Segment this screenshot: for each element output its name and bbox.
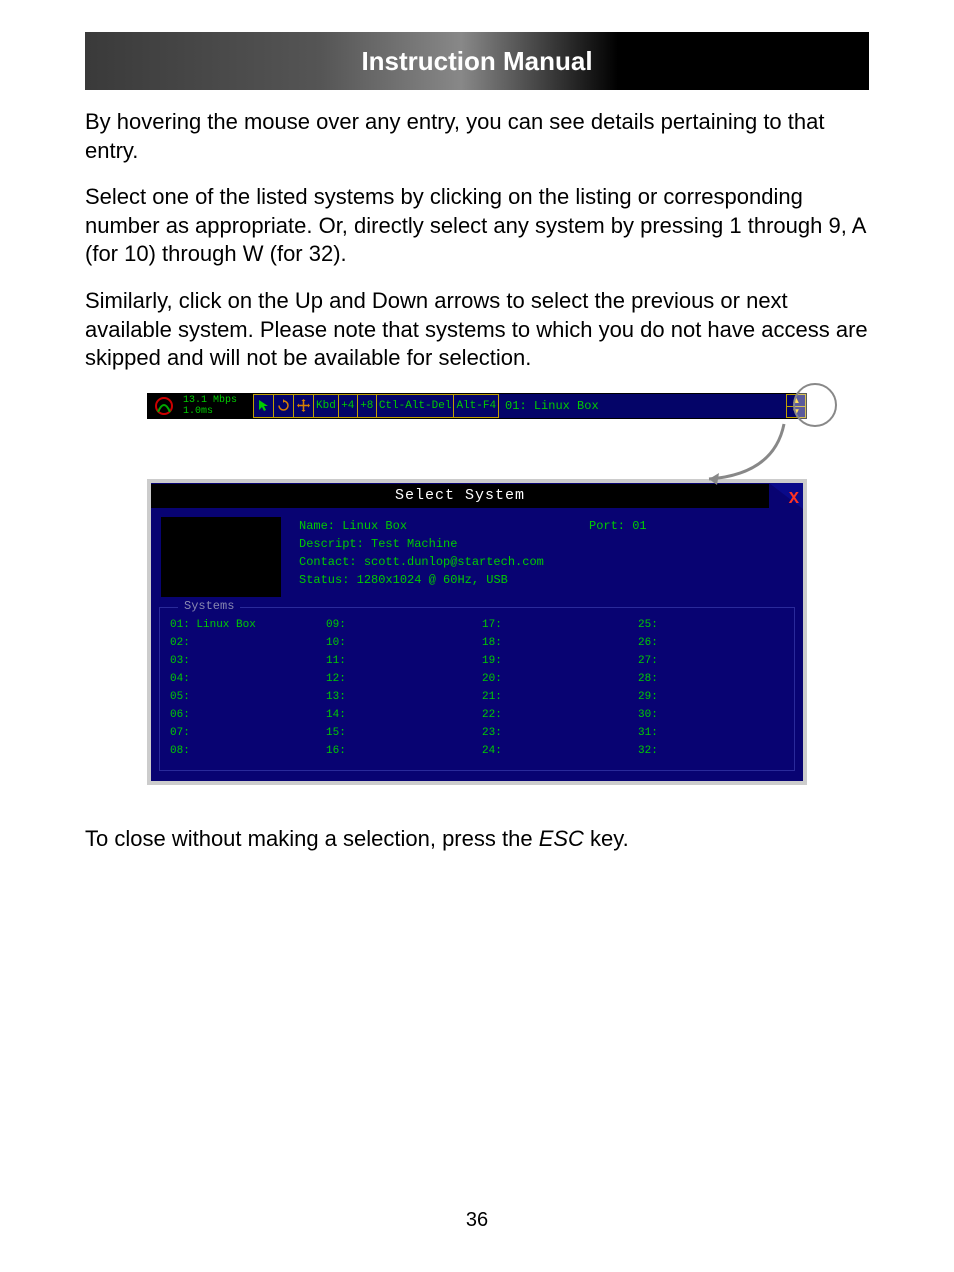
system-slot[interactable]: 05:	[170, 688, 316, 706]
system-slot[interactable]: 06:	[170, 706, 316, 724]
system-slot[interactable]: 15:	[326, 724, 472, 742]
name-label: Name:	[299, 519, 335, 533]
p4-post: key.	[584, 826, 629, 851]
system-slot[interactable]: 11:	[326, 652, 472, 670]
rate-line-2: 1.0ms	[183, 406, 251, 417]
remote-toolbar: 13.1 Mbps 1.0ms Kbd +4 +8 Ctl-Alt-Del Al…	[147, 393, 807, 419]
system-slot[interactable]: 24:	[482, 742, 628, 760]
paragraph-1: By hovering the mouse over any entry, yo…	[85, 108, 869, 165]
refresh-icon[interactable]	[273, 394, 294, 418]
cursor-icon[interactable]	[253, 394, 274, 418]
descript-label: Descript:	[299, 537, 364, 551]
contact-value: scott.dunlop@startech.com	[364, 555, 544, 569]
page-number: 36	[0, 1209, 954, 1232]
system-slot[interactable]: 02:	[170, 634, 316, 652]
logo-icon	[148, 394, 180, 418]
system-slot[interactable]: 19:	[482, 652, 628, 670]
plus8-button[interactable]: +8	[357, 394, 377, 418]
descript-value: Test Machine	[371, 537, 457, 551]
system-slot[interactable]: 03:	[170, 652, 316, 670]
plus4-button[interactable]: +4	[338, 394, 358, 418]
system-slot[interactable]: 09:	[326, 616, 472, 634]
kbd-button[interactable]: Kbd	[313, 394, 339, 418]
system-slot[interactable]: 22:	[482, 706, 628, 724]
system-slot[interactable]: 26:	[638, 634, 784, 652]
system-slot[interactable]: 08:	[170, 742, 316, 760]
move-icon[interactable]	[293, 394, 314, 418]
paragraph-2: Select one of the listed systems by clic…	[85, 183, 869, 269]
system-slot[interactable]: 30:	[638, 706, 784, 724]
name-value: Linux Box	[342, 519, 407, 533]
alt-f4-button[interactable]: Alt-F4	[453, 394, 499, 418]
system-slot[interactable]: 01: Linux Box	[170, 616, 316, 634]
system-slot[interactable]: 25:	[638, 616, 784, 634]
system-slot[interactable]: 13:	[326, 688, 472, 706]
preview-thumbnail	[161, 517, 281, 597]
port-label: Port:	[589, 519, 625, 533]
system-slot[interactable]: 10:	[326, 634, 472, 652]
header-title: Instruction Manual	[361, 46, 592, 76]
system-slot[interactable]: 32:	[638, 742, 784, 760]
systems-group: Systems 01: Linux Box09:17:25:02:10:18:2…	[159, 607, 795, 771]
paragraph-3: Similarly, click on the Up and Down arro…	[85, 287, 869, 373]
status-label: Status:	[299, 573, 349, 587]
current-system-label: 01: Linux Box	[499, 394, 786, 418]
system-slot[interactable]: 29:	[638, 688, 784, 706]
close-button[interactable]: X	[789, 490, 799, 509]
p4-pre: To close without making a selection, pre…	[85, 826, 539, 851]
esc-key: ESC	[539, 826, 584, 851]
ctl-alt-del-button[interactable]: Ctl-Alt-Del	[376, 394, 455, 418]
detail-pane: Port: 01 Name: Linux Box Descript: Test …	[151, 509, 803, 601]
system-slot[interactable]: 07:	[170, 724, 316, 742]
system-slot[interactable]: 23:	[482, 724, 628, 742]
screenshot-figure: 13.1 Mbps 1.0ms Kbd +4 +8 Ctl-Alt-Del Al…	[147, 393, 807, 785]
system-slot[interactable]: 16:	[326, 742, 472, 760]
dialog-title: Select System	[151, 484, 769, 508]
system-slot[interactable]: 31:	[638, 724, 784, 742]
system-slot[interactable]: 28:	[638, 670, 784, 688]
port-value: 01	[632, 519, 646, 533]
magnifier-lens	[793, 383, 837, 427]
detail-lines: Port: 01 Name: Linux Box Descript: Test …	[299, 517, 544, 597]
system-slot[interactable]: 21:	[482, 688, 628, 706]
system-slot[interactable]: 12:	[326, 670, 472, 688]
system-slot[interactable]: 14:	[326, 706, 472, 724]
system-slot[interactable]: 17:	[482, 616, 628, 634]
system-slot[interactable]: 20:	[482, 670, 628, 688]
systems-grid: 01: Linux Box 09: 17: 25: 02: 10: 18: 26: 03: 11:…	[170, 616, 784, 760]
systems-legend: Systems	[178, 599, 240, 613]
rate-line-1: 13.1 Mbps	[183, 395, 251, 406]
bandwidth-readout: 13.1 Mbps 1.0ms	[180, 394, 254, 418]
system-slot[interactable]: 27:	[638, 652, 784, 670]
system-slot[interactable]: 04:	[170, 670, 316, 688]
select-system-dialog: Select System X Port: 01 Name: Linux Box…	[147, 479, 807, 785]
paragraph-4: To close without making a selection, pre…	[85, 825, 869, 854]
header-bar: Instruction Manual	[85, 32, 869, 90]
system-slot[interactable]: 18:	[482, 634, 628, 652]
contact-label: Contact:	[299, 555, 357, 569]
status-value: 1280x1024 @ 60Hz, USB	[357, 573, 508, 587]
